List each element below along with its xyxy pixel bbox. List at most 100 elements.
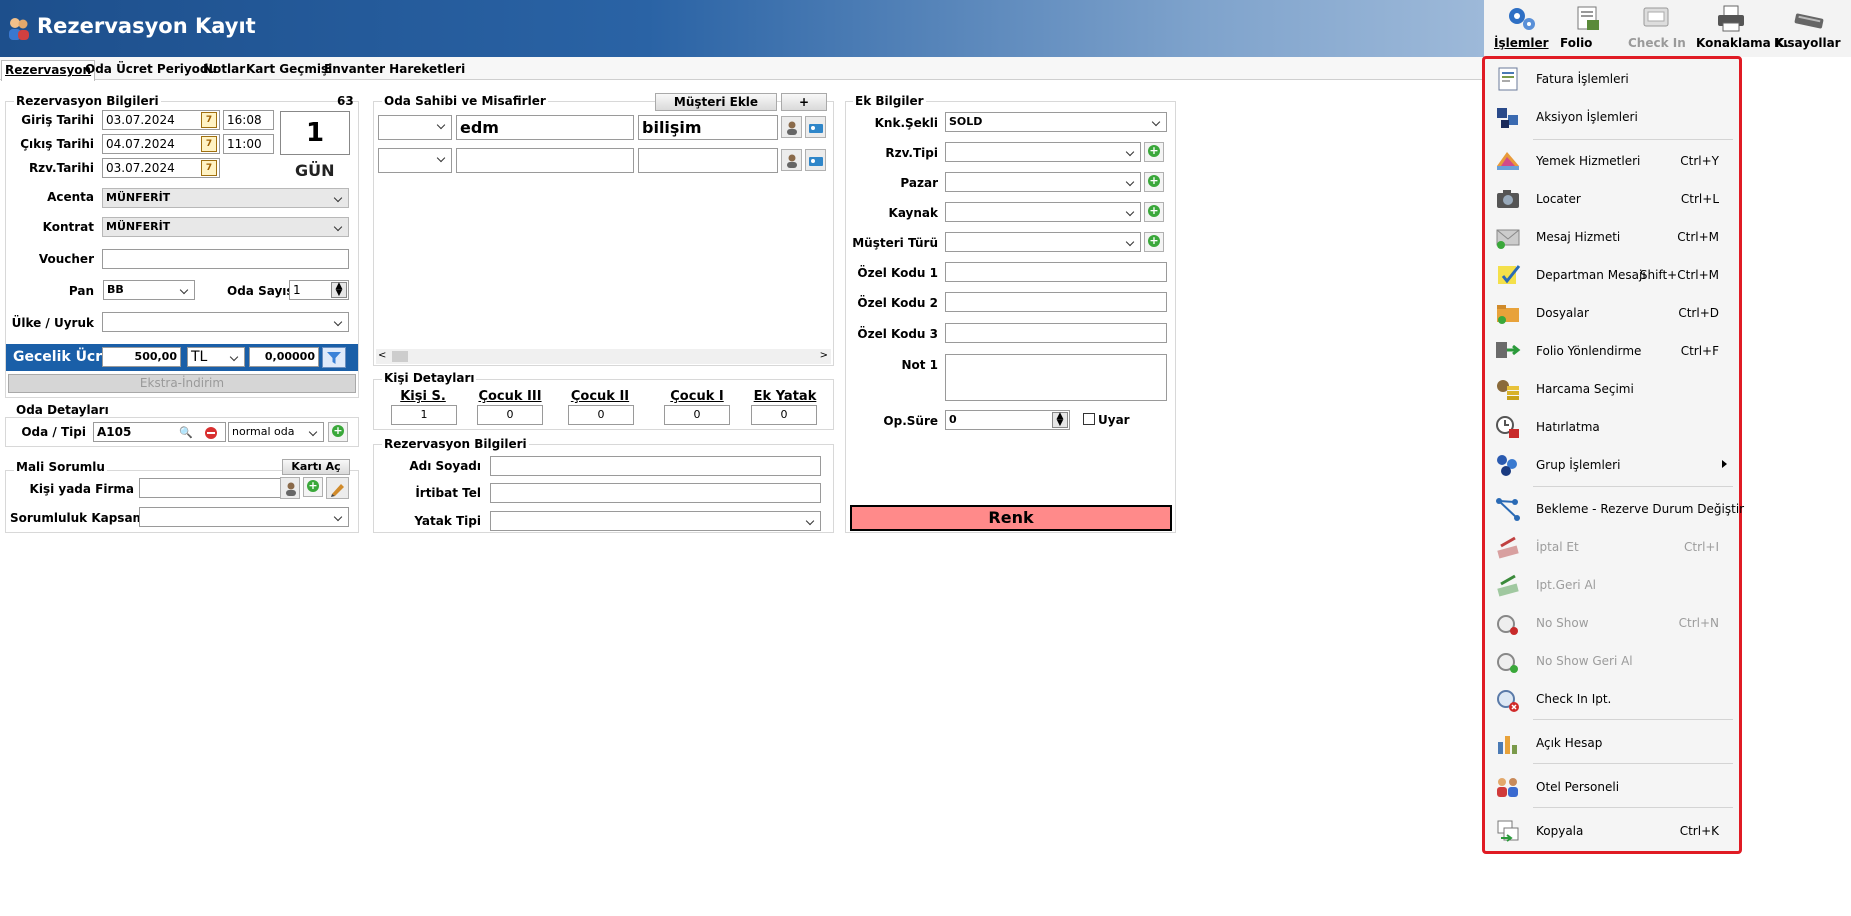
konaklama-button[interactable]: Konaklama K. xyxy=(1696,4,1789,54)
ozel-kodu-3-field[interactable] xyxy=(945,323,1167,343)
guest-card-button[interactable] xyxy=(805,116,826,138)
menu-item-acik-hesap[interactable]: Açık Hesap xyxy=(1485,724,1739,762)
add-person-button[interactable] xyxy=(303,477,323,497)
menu-item-check-in-ipt[interactable]: Check In Ipt. xyxy=(1485,680,1739,718)
musteri-turu-select[interactable] xyxy=(945,232,1141,252)
rzv-tipi-select[interactable] xyxy=(945,142,1141,162)
ulke-select[interactable] xyxy=(102,312,349,332)
add-pazar-button[interactable] xyxy=(1144,172,1164,192)
currency-select[interactable]: TL xyxy=(187,347,245,367)
gecelik-field[interactable]: 500,00 xyxy=(102,347,181,367)
guest-last-name[interactable]: bilişim xyxy=(638,115,778,140)
pan-select[interactable]: BB xyxy=(103,280,195,300)
ekstra-indirim-button[interactable]: Ekstra-İndirim xyxy=(8,374,356,393)
rate-field[interactable]: 0,00000 xyxy=(249,347,319,367)
filter-button[interactable] xyxy=(322,347,346,368)
guest-profile-button[interactable] xyxy=(781,116,802,138)
gears-icon xyxy=(1509,8,1535,30)
room-type-select[interactable]: normal oda xyxy=(228,422,324,442)
scroll-thumb[interactable] xyxy=(392,351,408,362)
menu-item-ipt-geri-al[interactable]: Ipt.Geri Al xyxy=(1485,566,1739,604)
coins-icon xyxy=(1497,380,1519,400)
guest-title-select[interactable] xyxy=(378,148,452,173)
uyar-checkbox[interactable] xyxy=(1083,413,1095,425)
kisayollar-button[interactable]: Kısayollar xyxy=(1774,4,1844,54)
guest-last-name[interactable] xyxy=(638,148,778,173)
pazar-select[interactable] xyxy=(945,172,1141,192)
cikis-time-field[interactable]: 11:00 xyxy=(223,134,274,154)
guest-title-select[interactable] xyxy=(378,115,452,140)
cocuk3-field[interactable]: 0 xyxy=(477,405,543,425)
menu-item-locater[interactable]: Locater Ctrl+L xyxy=(1485,180,1739,218)
person-lookup-button[interactable] xyxy=(280,477,300,499)
menu-item-yemek[interactable]: Yemek Hizmetleri Ctrl+Y xyxy=(1485,142,1739,180)
ozel-kodu-1-field[interactable] xyxy=(945,262,1167,282)
giris-time-field[interactable]: 16:08 xyxy=(223,110,274,130)
islemler-button[interactable]: İşlemler xyxy=(1494,4,1550,54)
tab-rezervasyon[interactable]: Rezervasyon xyxy=(1,60,96,81)
kisi-field[interactable]: 1 xyxy=(391,405,457,425)
menu-item-fatura[interactable]: Fatura İşlemleri xyxy=(1485,60,1739,98)
menu-item-folio-yonlendirme[interactable]: Folio Yönlendirme Ctrl+F xyxy=(1485,332,1739,370)
add-rzv-tipi-button[interactable] xyxy=(1144,142,1164,162)
menu-item-harcama[interactable]: Harcama Seçimi xyxy=(1485,370,1739,408)
menu-item-no-show[interactable]: No Show Ctrl+N xyxy=(1485,604,1739,642)
add-musteri-turu-button[interactable] xyxy=(1144,232,1164,252)
guest-first-name[interactable] xyxy=(456,148,634,173)
kaynak-label: Kaynak xyxy=(888,206,938,220)
acenta-select[interactable]: MÜNFERİT xyxy=(102,188,349,208)
scroll-right-icon[interactable]: > xyxy=(820,350,828,361)
edit-button[interactable] xyxy=(326,477,349,499)
spinner-icon[interactable]: ▲ ▼ xyxy=(331,282,347,298)
menu-item-aksiyon[interactable]: Aksiyon İşlemleri xyxy=(1485,98,1739,136)
spinner-icon[interactable]: ▲ ▼ xyxy=(1052,412,1068,428)
cancel-icon xyxy=(1497,536,1519,559)
menu-item-departman[interactable]: Departman Mesajı Shift+Ctrl+M xyxy=(1485,256,1739,294)
karti-ac-button[interactable]: Kartı Aç xyxy=(282,459,350,475)
ozel-kodu-2-field[interactable] xyxy=(945,292,1167,312)
cocuk1-field[interactable]: 0 xyxy=(664,405,730,425)
kapsam-select[interactable] xyxy=(139,507,349,527)
clear-icon[interactable] xyxy=(205,427,217,439)
irtibat-field[interactable] xyxy=(490,483,821,503)
menu-item-dosyalar[interactable]: Dosyalar Ctrl+D xyxy=(1485,294,1739,332)
horizontal-scrollbar[interactable]: < > xyxy=(376,349,831,364)
calendar-icon[interactable]: 7 xyxy=(201,160,217,176)
menu-item-kopyala[interactable]: Kopyala Ctrl+K xyxy=(1485,812,1739,850)
folio-button[interactable]: Folio xyxy=(1560,4,1616,54)
checkin-button[interactable]: Check In xyxy=(1628,4,1686,54)
menu-item-hatirlatma[interactable]: Hatırlatma xyxy=(1485,408,1739,446)
menu-item-no-show-geri-al[interactable]: No Show Geri Al xyxy=(1485,642,1739,680)
cocuk2-field[interactable]: 0 xyxy=(568,405,634,425)
kontrat-select[interactable]: MÜNFERİT xyxy=(102,217,349,237)
kaynak-select[interactable] xyxy=(945,202,1141,222)
voucher-field[interactable] xyxy=(102,249,349,269)
tab-envanter-hareketleri[interactable]: Envanter Hareketleri xyxy=(321,60,468,80)
add-guest-button[interactable]: + xyxy=(781,93,827,111)
search-icon[interactable]: 🔍 xyxy=(179,426,193,439)
adi-soyadi-field[interactable] xyxy=(490,456,821,476)
calendar-icon[interactable]: 7 xyxy=(201,136,217,152)
add-kaynak-button[interactable] xyxy=(1144,202,1164,222)
menu-item-grup[interactable]: Grup İşlemleri xyxy=(1485,446,1739,484)
calendar-icon[interactable]: 7 xyxy=(201,112,217,128)
yatak-tipi-select[interactable] xyxy=(490,511,821,531)
guest-profile-button[interactable] xyxy=(781,149,802,171)
menu-item-bekleme[interactable]: Bekleme - Rezerve Durum Değiştir xyxy=(1485,490,1744,528)
menu-item-iptal[interactable]: İptal Et Ctrl+I xyxy=(1485,528,1739,566)
guest-card-button[interactable] xyxy=(805,149,826,171)
kisi-firma-field[interactable] xyxy=(139,478,281,498)
menu-item-mesaj[interactable]: Mesaj Hizmeti Ctrl+M xyxy=(1485,218,1739,256)
musteri-ekle-button[interactable]: Müşteri Ekle xyxy=(655,93,777,111)
ek-yatak-field[interactable]: 0 xyxy=(751,405,817,425)
guest-first-name[interactable]: edm xyxy=(456,115,634,140)
not1-field[interactable] xyxy=(945,354,1167,401)
tab-notlar[interactable]: Notlar xyxy=(200,60,248,80)
add-room-button[interactable] xyxy=(328,422,348,442)
knk-sekli-select[interactable]: SOLD xyxy=(945,112,1167,132)
menu-item-otel-personeli[interactable]: Otel Personeli xyxy=(1485,768,1739,806)
scroll-left-icon[interactable]: < xyxy=(378,350,386,361)
folio-icon xyxy=(1577,6,1599,30)
renk-button[interactable]: Renk xyxy=(850,505,1172,531)
giris-label: Giriş Tarihi xyxy=(21,113,94,127)
